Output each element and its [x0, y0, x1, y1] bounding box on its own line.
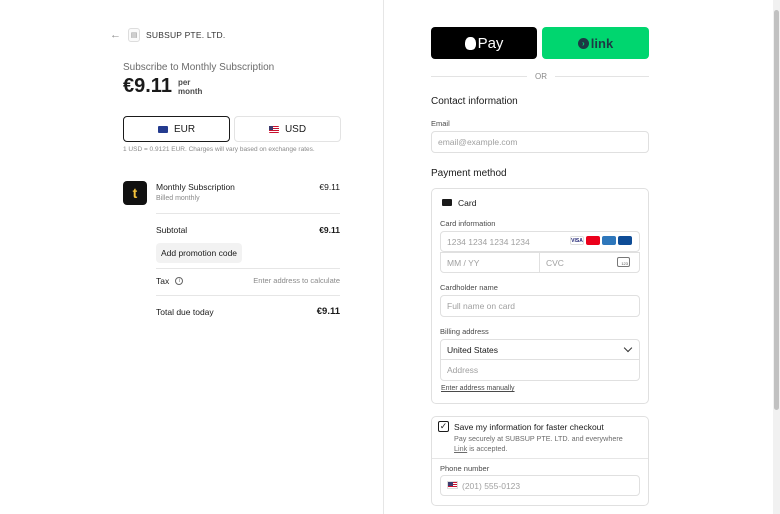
tax-value: Enter address to calculate — [253, 276, 340, 285]
visa-icon: VISA — [570, 236, 584, 245]
divider — [156, 268, 340, 269]
link-text-link[interactable]: Link — [454, 444, 467, 453]
link-pay-button[interactable]: › link — [542, 27, 649, 59]
us-flag-icon[interactable] — [447, 481, 458, 489]
billing-address-label: Billing address — [440, 327, 489, 336]
currency-usd-button[interactable]: USD — [234, 116, 341, 142]
save-info-checkbox[interactable]: ✓ — [438, 421, 449, 432]
currency-eur-button[interactable]: EUR — [123, 116, 230, 142]
merchant-logo-icon: ▤ — [128, 28, 140, 42]
enter-address-manually-link[interactable]: Enter address manually — [441, 385, 515, 392]
add-promotion-code-button[interactable]: Add promotion code — [156, 243, 242, 263]
payment-panel: Pay › link OR Contact information Email … — [385, 0, 773, 514]
total-label: Total due today — [156, 307, 214, 317]
exchange-rate-note: 1 USD = 0.9121 EUR. Charges will vary ba… — [123, 146, 315, 153]
divider — [432, 458, 648, 459]
or-separator: OR — [535, 72, 547, 81]
scrollbar-thumb[interactable] — [774, 10, 779, 410]
divider — [555, 76, 649, 77]
jcb-icon — [618, 236, 632, 245]
tax-label: Tax i — [156, 276, 184, 286]
card-brands: VISA — [570, 236, 632, 245]
info-icon[interactable]: i — [175, 277, 184, 285]
product-logo-icon: t — [123, 181, 147, 205]
item-billing: Billed monthly — [156, 195, 200, 202]
merchant-name: SUBSUP PTE. LTD. — [146, 30, 226, 40]
total-value: €9.11 — [316, 306, 340, 317]
divider — [156, 295, 340, 296]
payment-method-title: Payment method — [431, 168, 507, 179]
us-flag-icon — [268, 125, 279, 133]
phone-input[interactable]: (201) 555-0123 — [440, 475, 640, 496]
link-chevron-icon: › — [577, 37, 589, 49]
apple-icon — [464, 36, 476, 50]
item-price: €9.11 — [319, 182, 340, 192]
address-input[interactable]: Address — [440, 359, 640, 381]
scrollbar[interactable] — [773, 0, 780, 514]
card-option-label[interactable]: Card — [458, 198, 476, 208]
back-arrow-icon[interactable]: ← — [110, 28, 122, 42]
divider — [431, 76, 527, 77]
subtotal-label: Subtotal — [156, 225, 188, 235]
price-display: €9.11 per month — [123, 75, 202, 98]
contact-title: Contact information — [431, 96, 518, 107]
divider — [156, 213, 340, 214]
credit-card-icon — [442, 199, 452, 206]
card-info-label: Card information — [440, 219, 496, 228]
amex-icon — [602, 236, 616, 245]
subtotal-value: €9.11 — [319, 225, 340, 235]
subscription-title: Subscribe to Monthly Subscription — [123, 62, 275, 73]
email-input[interactable]: email@example.com — [431, 131, 649, 153]
apple-pay-button[interactable]: Pay — [431, 27, 537, 59]
cardholder-name-input[interactable]: Full name on card — [440, 295, 640, 317]
merchant-header: ← ▤ SUBSUP PTE. LTD. — [110, 28, 225, 42]
price-amount: €9.11 — [123, 75, 172, 97]
email-label: Email — [431, 119, 450, 128]
eu-flag-icon — [157, 125, 168, 133]
country-select[interactable]: United States — [440, 339, 640, 360]
save-info-description: Pay securely at SUBSUP PTE. LTD. and eve… — [454, 434, 623, 453]
mastercard-icon — [586, 236, 600, 245]
item-name: Monthly Subscription — [156, 182, 235, 192]
phone-label: Phone number — [440, 464, 490, 473]
save-info-title: Save my information for faster checkout — [454, 422, 604, 432]
cvc-card-icon: 123 — [617, 257, 630, 267]
expiry-input[interactable]: MM / YY — [440, 252, 540, 273]
price-period: per month — [177, 77, 203, 96]
cardholder-label: Cardholder name — [440, 283, 498, 292]
order-summary-panel: ← ▤ SUBSUP PTE. LTD. Subscribe to Monthl… — [0, 0, 384, 514]
